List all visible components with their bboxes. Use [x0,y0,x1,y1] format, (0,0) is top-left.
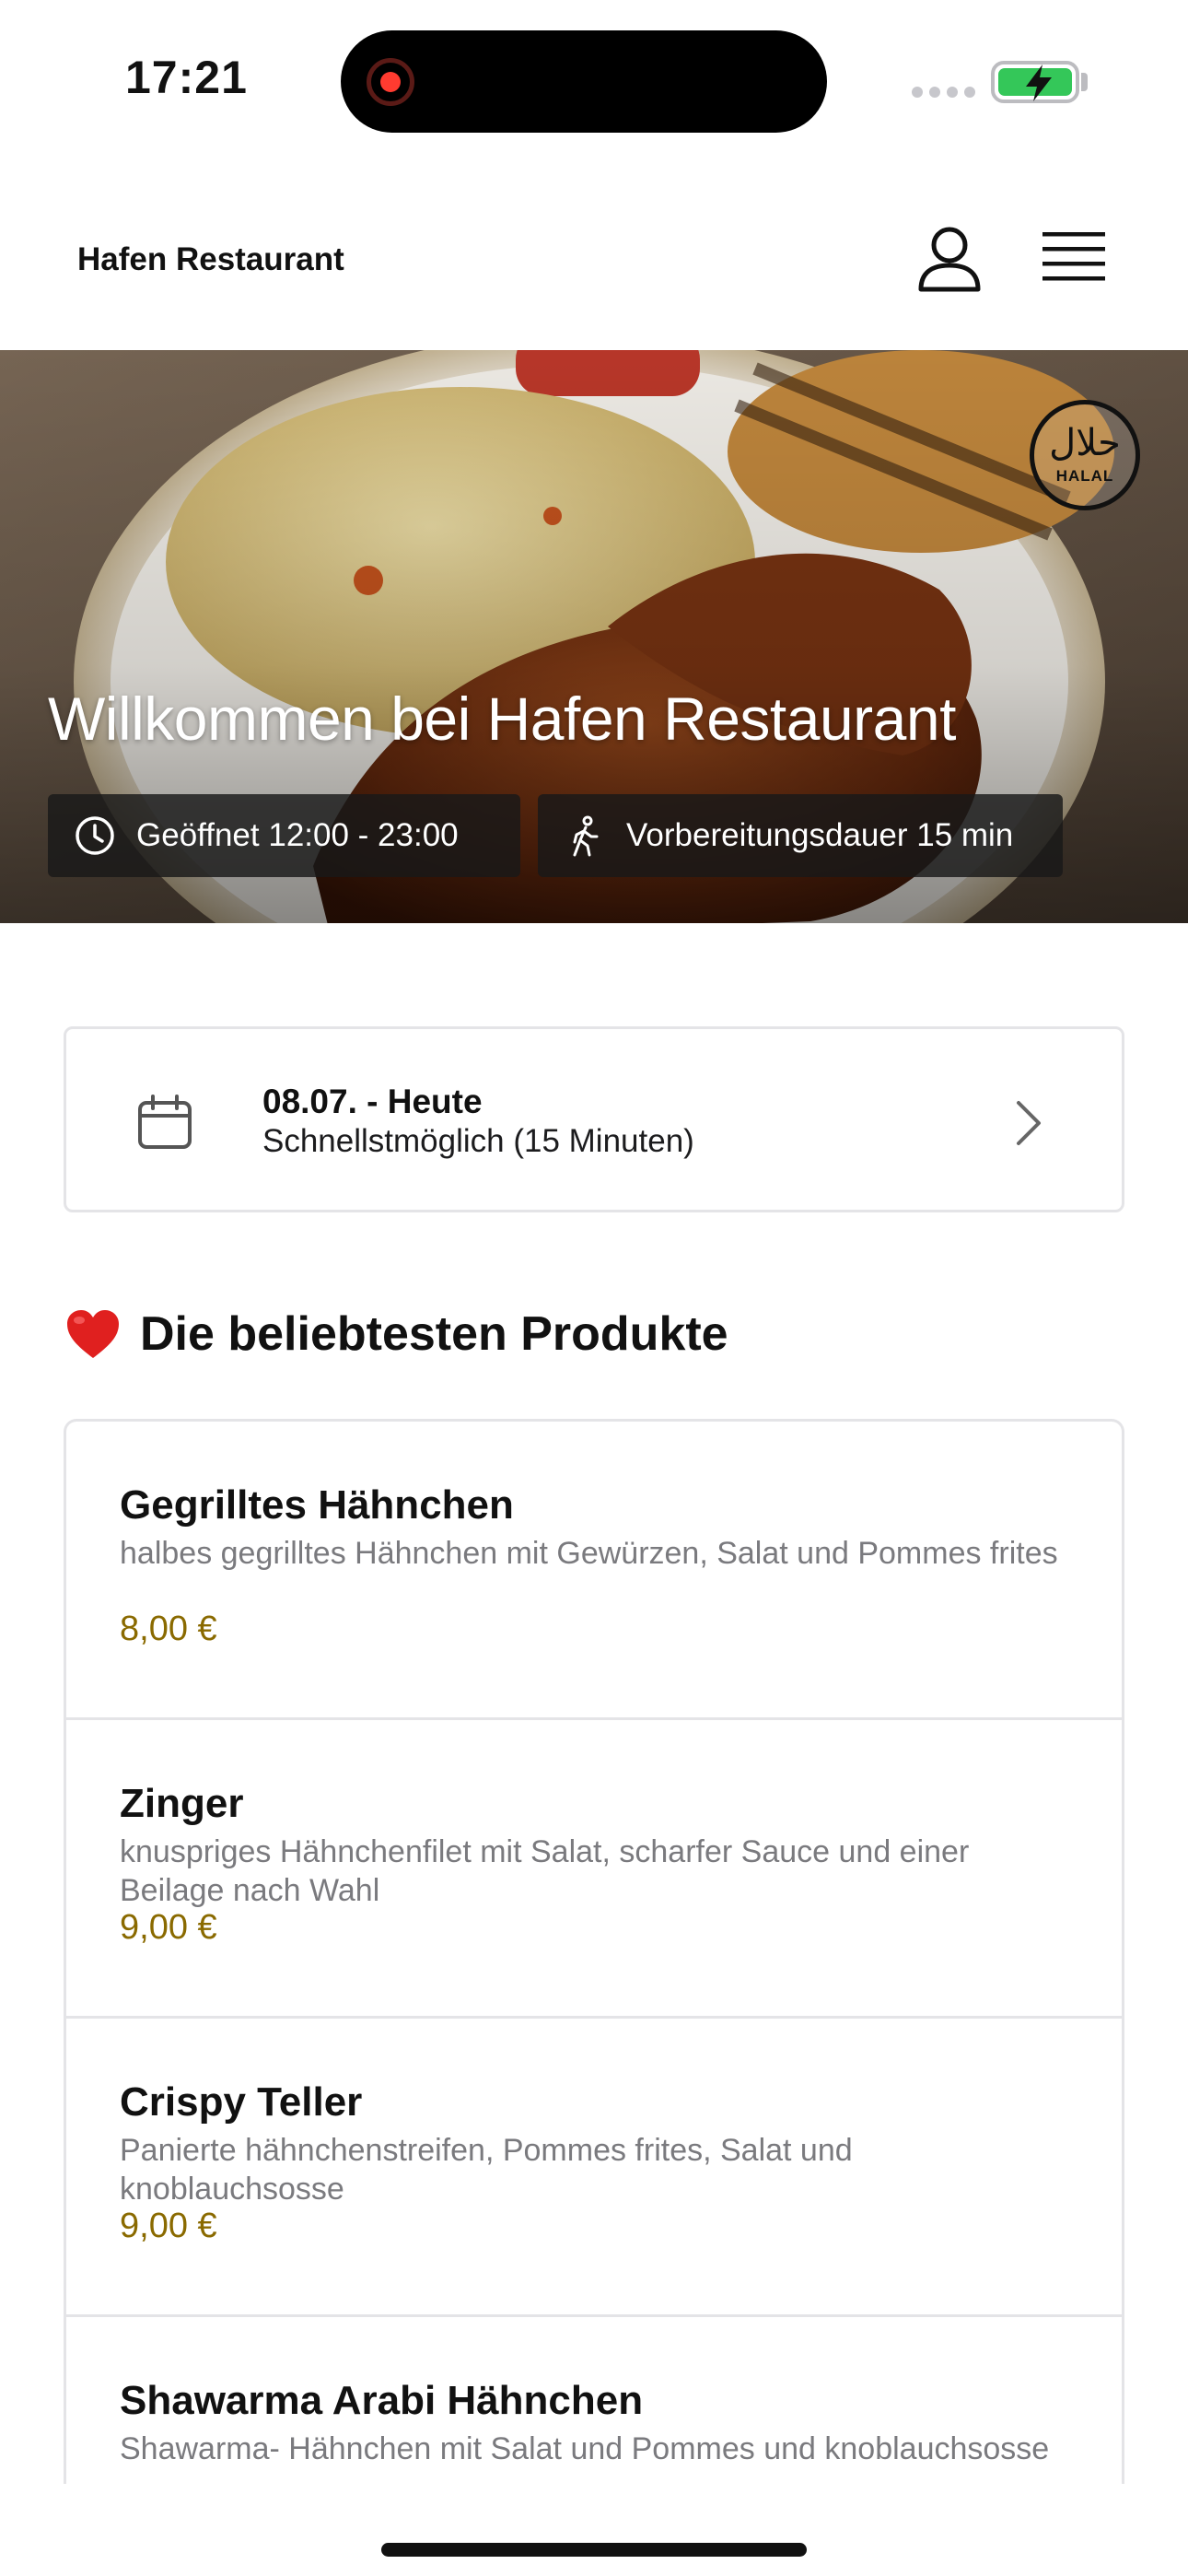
home-indicator[interactable] [381,2543,807,2557]
chevron-right-icon [1017,1101,1041,1145]
pickup-time: Schnellstmöglich (15 Minuten) [262,1123,694,1159]
status-time: 17:21 [125,52,248,103]
prep-time-text: Vorbereitungsdauer 15 min [626,817,1014,853]
opening-hours-chip: Geöffnet 12:00 - 23:00 [48,794,520,877]
product-name: Gegrilltes Hähnchen [120,1482,514,1528]
product-list: Gegrilltes Hähnchen halbes gegrilltes Hä… [64,1419,1124,2484]
pickup-time-selector[interactable]: 08.07. - Heute Schnellstmöglich (15 Minu… [64,1026,1124,1212]
product-item[interactable]: Zinger knuspriges Hähnchenfilet mit Sala… [66,1720,1122,2019]
restaurant-name[interactable]: Hafen Restaurant [77,241,344,278]
status-bar: 17:21 [0,0,1188,157]
product-item[interactable]: Shawarma Arabi Hähnchen Shawarma- Hähnch… [66,2317,1122,2484]
signal-icon [912,87,975,98]
opening-hours-text: Geöffnet 12:00 - 23:00 [136,817,459,853]
app-header: Hafen Restaurant [0,157,1188,350]
hero-banner: حلال HALAL Willkommen bei Hafen Restaura… [0,350,1188,923]
product-price: 8,00 € [120,1610,217,1648]
hamburger-menu-icon[interactable] [1041,228,1107,287]
product-price: 9,00 € [120,2207,217,2245]
dynamic-island [341,30,827,133]
recording-indicator-icon [367,58,414,106]
product-item[interactable]: Gegrilltes Hähnchen halbes gegrilltes Hä… [66,1422,1122,1720]
charging-bolt-icon [1026,64,1052,101]
product-description: Panierte hähnchenstreifen, Pommes frites… [120,2133,853,2207]
product-name: Zinger [120,1781,244,1826]
halal-badge: حلال HALAL [1030,400,1140,510]
battery-icon [991,61,1079,103]
pickup-date: 08.07. - Heute [262,1083,483,1120]
product-description: halbes gegrilltes Hähnchen mit Gewürzen,… [120,1536,1058,1571]
walking-person-icon [573,815,599,857]
heart-icon [67,1310,119,1358]
product-item[interactable]: Crispy Teller Panierte hähnchenstreifen,… [66,2019,1122,2317]
product-description: knuspriges Hähnchenfilet mit Salat, scha… [120,1834,970,1908]
popular-products-heading: Die beliebtesten Produkte [64,1306,728,1362]
prep-time-chip: Vorbereitungsdauer 15 min [538,794,1063,877]
hero-title: Willkommen bei Hafen Restaurant [48,685,956,753]
user-account-icon[interactable] [915,225,984,293]
app-screen: 17:21 Hafen Restaurant حلال HALAL Willko… [0,0,1188,2576]
calendar-icon [138,1095,192,1149]
product-price: 9,00 € [120,1908,217,1947]
product-description: Shawarma- Hähnchen mit Salat und Pommes … [120,2431,1050,2466]
product-name: Crispy Teller [120,2079,363,2125]
product-name: Shawarma Arabi Hähnchen [120,2378,644,2423]
clock-icon [76,816,114,855]
